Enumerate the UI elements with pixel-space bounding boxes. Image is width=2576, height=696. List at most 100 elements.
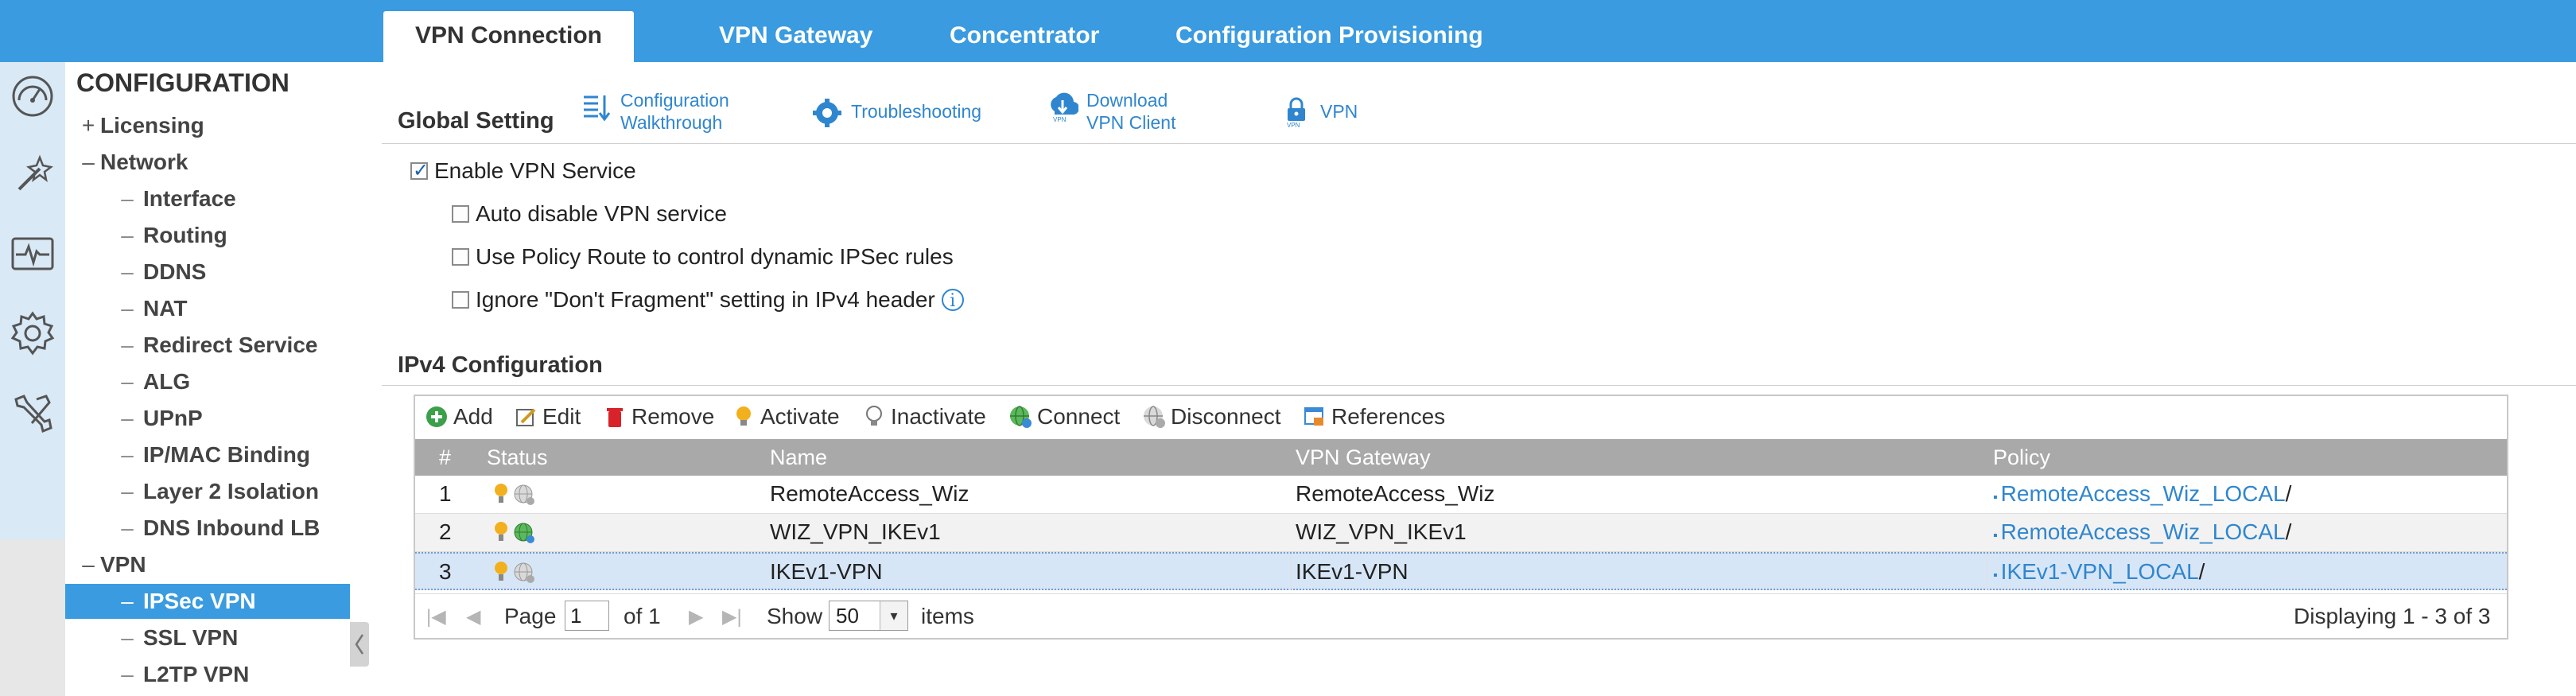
dashboard-icon[interactable] xyxy=(8,70,57,119)
sidebar-item-network[interactable]: – Network xyxy=(65,145,350,180)
column-header-status[interactable]: Status xyxy=(487,439,548,476)
ignore-dont-fragment-option[interactable]: Ignore "Don't Fragment" setting in IPv4 … xyxy=(452,286,964,313)
policy-route-checkbox[interactable] xyxy=(452,247,469,266)
auto-disable-vpn-checkbox[interactable] xyxy=(452,204,469,223)
troubleshooting-link[interactable]: Troubleshooting xyxy=(811,99,1002,132)
vpn-gateway-value: IKEv1-VPN xyxy=(1296,559,1408,584)
policy-link[interactable]: ▪ RemoteAccess_Wiz_LOCAL/ xyxy=(1993,514,2291,554)
tab-concentrator[interactable]: Concentrator xyxy=(950,11,1099,62)
sidebar-item-ssl-vpn[interactable]: – SSL VPN xyxy=(65,620,350,655)
icon-rail-highlight xyxy=(0,62,65,539)
disconnect-globe-icon xyxy=(1144,405,1165,428)
connection-name: RemoteAccess_Wiz xyxy=(770,481,969,506)
sidebar-item-interface[interactable]: – Interface xyxy=(65,181,350,216)
policy-link[interactable]: ▪ IKEv1-VPN_LOCAL/ xyxy=(1993,554,2205,594)
table-row[interactable]: 2 WIZ_VPN_IKEv1 WIZ_VPN_IKEv1 ▪ RemoteAcc… xyxy=(415,514,2507,552)
next-page-icon[interactable]: ▶ xyxy=(689,605,703,628)
column-header-name[interactable]: Name xyxy=(770,439,827,476)
page-size-select[interactable]: 50 ▾ xyxy=(829,601,908,631)
sidebar-item-alg[interactable]: – ALG xyxy=(65,364,350,399)
configuration-sidebar: CONFIGURATION + Licensing – Network – Inter… xyxy=(65,62,350,696)
enable-vpn-service-checkbox[interactable] xyxy=(410,157,429,185)
troubleshooting-gear-icon xyxy=(813,99,841,127)
inactivate-button[interactable]: Inactivate xyxy=(862,404,986,430)
status-active-disconnected-icon xyxy=(495,562,534,583)
svg-text:VPN: VPN xyxy=(1287,122,1300,127)
prev-page-icon[interactable]: ◀ xyxy=(466,605,480,628)
tab-vpn-connection[interactable]: VPN Connection xyxy=(383,11,635,62)
column-separator xyxy=(1290,554,1291,590)
sidebar-item-redirect-service[interactable]: – Redirect Service xyxy=(65,328,350,363)
vpn-gateway-value: WIZ_VPN_IKEv1 xyxy=(1296,519,1467,544)
row-number: 1 xyxy=(439,481,452,506)
configuration-walkthrough-link[interactable]: Configuration Walkthrough xyxy=(581,89,756,137)
grid-toolbar: Add Edit Remove Activate Inactivate Conn… xyxy=(415,396,2507,439)
global-setting-title: Global Setting xyxy=(398,108,554,134)
top-tab-bar: VPN Connection VPN Gateway Concentrator … xyxy=(0,0,2576,62)
paging-toolbar: |◀ ◀ Page 1 of 1 ▶ ▶| Show 50 ▾ items Di… xyxy=(415,593,2507,639)
edit-button[interactable]: Edit xyxy=(514,404,581,430)
expand-icon[interactable]: + xyxy=(76,108,100,143)
sidebar-item-vpn[interactable]: – VPN xyxy=(65,547,350,582)
column-header-vpn-gateway[interactable]: VPN Gateway xyxy=(1296,439,1431,476)
displaying-count: Displaying 1 - 3 of 3 xyxy=(2294,604,2491,628)
maintenance-tools-icon[interactable] xyxy=(8,388,57,437)
disconnect-button[interactable]: Disconnect xyxy=(1142,404,1281,430)
edit-icon xyxy=(516,408,536,426)
tab-vpn-gateway[interactable]: VPN Gateway xyxy=(719,11,872,62)
grid-header: # Status Name VPN Gateway Policy xyxy=(415,439,2507,476)
configuration-gear-icon[interactable] xyxy=(8,309,57,358)
sidebar-collapse-handle[interactable] xyxy=(350,622,369,667)
sidebar-item-upnp[interactable]: – UPnP xyxy=(65,401,350,436)
add-button[interactable]: Add xyxy=(425,404,493,430)
sidebar-item-l2tp-vpn[interactable]: – L2TP VPN xyxy=(65,657,350,692)
references-button[interactable]: References xyxy=(1303,404,1445,430)
global-setting-divider xyxy=(382,143,2576,144)
ipv4-vpn-connection-grid: Add Edit Remove Activate Inactivate Conn… xyxy=(414,395,2508,640)
policy-route-option[interactable]: Use Policy Route to control dynamic IPSe… xyxy=(452,243,954,270)
items-label: items xyxy=(921,604,974,628)
sidebar-item-ip-mac-binding[interactable]: – IP/MAC Binding xyxy=(65,437,350,472)
table-row-selected[interactable]: 3 IKEv1-VPN IKEv1-VPN ▪ IKEv1-VPN_LOCAL/ xyxy=(415,552,2507,590)
sidebar-item-ipsec-vpn[interactable]: – IPSec VPN xyxy=(65,584,350,619)
sidebar-title: CONFIGURATION xyxy=(76,68,289,97)
sidebar-item-layer2-isolation[interactable]: – Layer 2 Isolation xyxy=(65,474,350,509)
monitor-icon[interactable] xyxy=(8,229,57,278)
chevron-down-icon[interactable]: ▾ xyxy=(880,601,907,630)
sidebar-item-ddns[interactable]: – DDNS xyxy=(65,255,350,290)
walkthrough-icon xyxy=(584,95,611,122)
auto-disable-vpn-option[interactable]: Auto disable VPN service xyxy=(452,200,727,227)
table-row[interactable]: 1 RemoteAccess_Wiz RemoteAccess_Wiz ▪ Rem… xyxy=(415,476,2507,514)
page-count-label: of 1 xyxy=(624,604,661,628)
connect-globe-icon xyxy=(1010,405,1032,428)
last-page-icon[interactable]: ▶| xyxy=(722,605,742,628)
collapse-icon[interactable]: – xyxy=(76,547,100,582)
sidebar-item-licensing[interactable]: + Licensing xyxy=(65,108,350,143)
first-page-icon[interactable]: |◀ xyxy=(426,605,446,628)
download-vpn-client-link[interactable]: VPN Download VPN Client xyxy=(1047,89,1198,137)
trash-icon xyxy=(607,407,623,427)
page-number-input[interactable]: 1 xyxy=(565,601,609,631)
info-icon[interactable]: i xyxy=(941,288,964,311)
connection-name: IKEv1-VPN xyxy=(770,559,883,584)
row-number: 3 xyxy=(439,559,452,584)
connection-name: WIZ_VPN_IKEv1 xyxy=(770,519,941,544)
ignore-dont-fragment-checkbox[interactable] xyxy=(452,290,469,309)
connect-button[interactable]: Connect xyxy=(1008,404,1120,430)
vpn-link[interactable]: VPN VPN xyxy=(1280,97,1376,132)
sidebar-item-routing[interactable]: – Routing xyxy=(65,218,350,253)
column-header-policy[interactable]: Policy xyxy=(1993,439,2050,476)
activate-button[interactable]: Activate xyxy=(732,404,840,430)
enable-vpn-service-option[interactable]: Enable VPN Service xyxy=(410,157,636,185)
add-icon xyxy=(426,406,447,427)
chevron-left-icon xyxy=(355,634,364,655)
sidebar-item-dns-inbound-lb[interactable]: – DNS Inbound LB xyxy=(65,511,350,546)
sidebar-item-nat[interactable]: – NAT xyxy=(65,291,350,326)
column-header-number[interactable]: # xyxy=(439,439,451,476)
page-label: Page xyxy=(504,604,557,628)
remove-button[interactable]: Remove xyxy=(603,404,714,430)
tab-configuration-provisioning[interactable]: Configuration Provisioning xyxy=(1175,11,1483,62)
collapse-icon[interactable]: – xyxy=(76,145,100,180)
policy-link[interactable]: ▪ RemoteAccess_Wiz_LOCAL/ xyxy=(1993,476,2291,516)
wizard-icon[interactable] xyxy=(8,150,57,199)
